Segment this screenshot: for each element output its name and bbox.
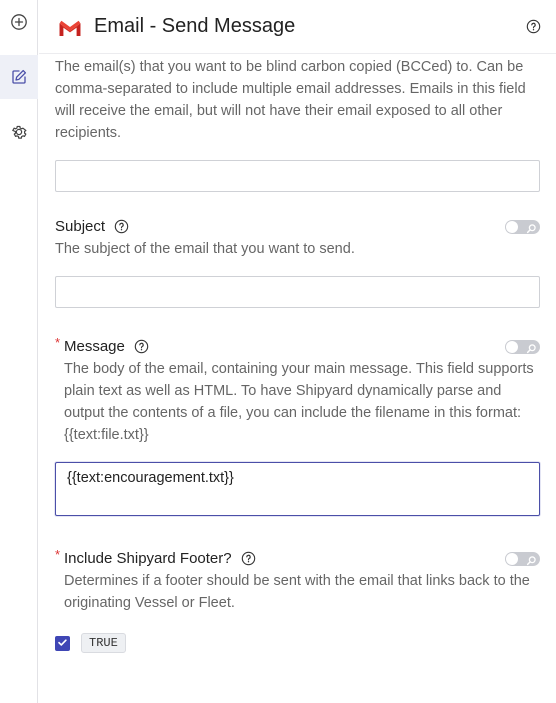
message-textarea[interactable]: {{text:encouragement.txt}} — [55, 462, 540, 516]
message-label: Message — [64, 338, 125, 355]
value-chip: TRUE — [81, 633, 126, 653]
step-editor-panel: The email(s) that you want to be blind c… — [39, 0, 556, 703]
left-rail — [0, 0, 38, 703]
toggle-knob — [506, 553, 518, 565]
subject-dynamic-toggle[interactable] — [505, 220, 540, 234]
gear-icon — [10, 123, 28, 141]
footer-dynamic-toggle[interactable] — [505, 552, 540, 566]
help-circle-icon[interactable] — [114, 219, 129, 234]
help-circle-icon[interactable] — [526, 19, 541, 39]
message-dynamic-toggle[interactable] — [505, 340, 540, 354]
subject-label-row: Subject — [55, 218, 129, 235]
footer-checkbox[interactable] — [55, 636, 70, 651]
bcc-description: The email(s) that you want to be blind c… — [55, 59, 526, 141]
plus-circle-icon — [10, 13, 28, 31]
search-icon — [526, 221, 537, 239]
search-icon — [526, 553, 537, 571]
gmail-logo-icon — [58, 19, 82, 42]
subject-description: The subject of the email that you want t… — [55, 241, 355, 257]
footer-description: Determines if a footer should be sent wi… — [64, 573, 530, 611]
add-step-button[interactable] — [0, 0, 38, 44]
footer-label-row: Include Shipyard Footer? — [64, 550, 256, 567]
help-circle-icon[interactable] — [134, 339, 149, 354]
edit-step-button[interactable] — [0, 55, 38, 99]
message-description: The body of the email, containing your m… — [64, 361, 534, 443]
subject-label: Subject — [55, 218, 106, 235]
required-marker: * — [55, 335, 61, 350]
toggle-knob — [506, 221, 518, 233]
panel-header: Email - Send Message — [39, 0, 556, 54]
search-icon — [526, 341, 537, 359]
help-circle-icon[interactable] — [241, 551, 256, 566]
footer-label: Include Shipyard Footer? — [64, 550, 232, 567]
message-label-row: Message — [64, 338, 149, 355]
toggle-knob — [506, 341, 518, 353]
required-marker: * — [55, 547, 61, 562]
subject-input[interactable] — [55, 276, 540, 308]
settings-button[interactable] — [0, 110, 38, 154]
edit-icon — [10, 68, 28, 86]
bcc-input[interactable] — [55, 160, 540, 192]
page-title: Email - Send Message — [94, 15, 296, 37]
checkmark-icon — [57, 635, 68, 653]
